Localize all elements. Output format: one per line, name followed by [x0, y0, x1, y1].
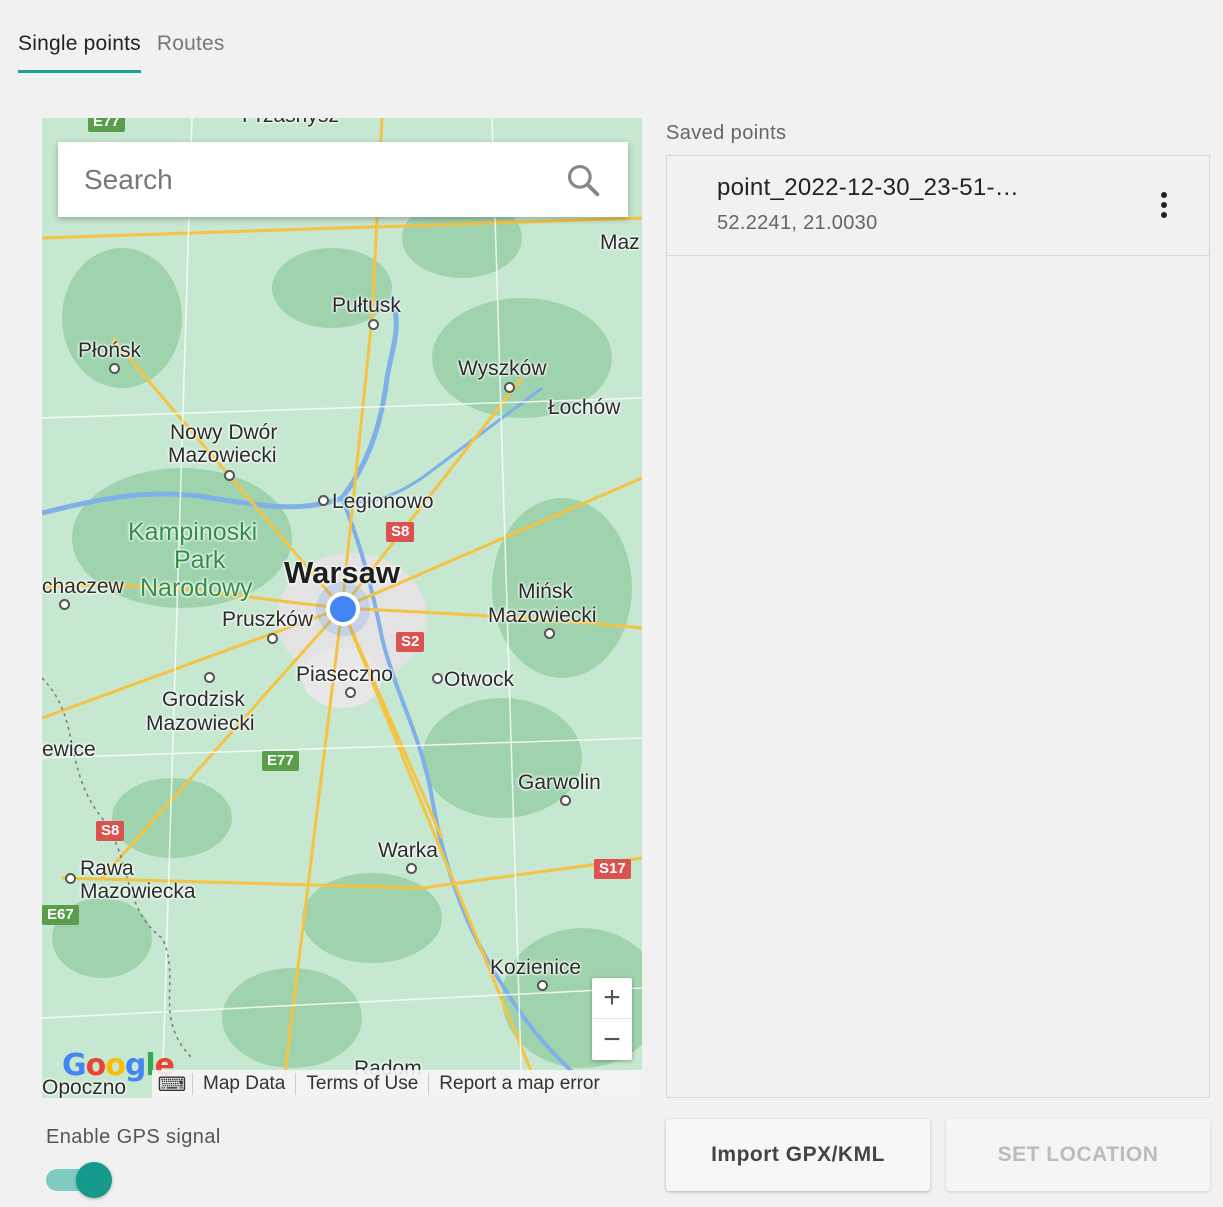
town-marker	[504, 382, 515, 393]
town-marker	[368, 319, 379, 330]
road-shield: E77	[262, 751, 299, 771]
map-label-rawa-2: Mazowiecka	[80, 880, 196, 903]
saved-points-list: point_2022-12-30_23-51-… 52.2241, 21.003…	[666, 155, 1210, 1098]
town-marker	[224, 470, 235, 481]
map-label-warsaw: Warsaw	[284, 555, 401, 590]
set-location-button[interactable]: SET LOCATION	[946, 1119, 1210, 1191]
town-marker	[345, 687, 356, 698]
road-shield: S8	[96, 821, 125, 841]
road-shield: E77	[88, 118, 125, 132]
map-label-otwock: Otwock	[444, 668, 515, 691]
map-attribution-bar: ⌨ Map Data Terms of Use Report a map err…	[152, 1070, 642, 1098]
map-label-kampinoski-3: Narodowy	[140, 574, 253, 602]
town-marker	[537, 980, 548, 991]
report-map-error-link[interactable]: Report a map error	[428, 1073, 610, 1095]
import-gpx-kml-button[interactable]: Import GPX/KML	[666, 1119, 930, 1191]
map-label-kozienice: Kozienice	[490, 956, 582, 979]
gps-toggle[interactable]	[46, 1160, 112, 1198]
map-data-link[interactable]: Map Data	[192, 1073, 295, 1095]
map-label-wyszkow: Wyszków	[458, 357, 547, 380]
map-label-pruszkow: Pruszków	[222, 608, 314, 631]
map-label-nowy-dwor-1: Nowy Dwór	[170, 421, 278, 444]
zoom-in-button[interactable]: +	[592, 978, 632, 1019]
map-label-sochaczew: chaczew	[42, 575, 124, 598]
zoom-controls: + −	[592, 978, 632, 1060]
tab-single-points[interactable]: Single points	[18, 28, 141, 73]
town-marker	[318, 495, 329, 506]
road-shield: S17	[594, 859, 631, 879]
tab-routes[interactable]: Routes	[157, 28, 225, 73]
gps-toggle-label: Enable GPS signal	[46, 1126, 221, 1148]
map-label-kampinoski-2: Park	[174, 546, 226, 574]
terms-of-use-link[interactable]: Terms of Use	[295, 1073, 428, 1095]
map-label-garwolin: Garwolin	[518, 771, 601, 794]
saved-point-coords: 52.2241, 21.0030	[717, 212, 878, 234]
list-item[interactable]: point_2022-12-30_23-51-… 52.2241, 21.003…	[667, 156, 1209, 256]
map-label-maz-edge: Maz	[600, 231, 640, 254]
town-marker	[432, 673, 443, 684]
map-label-pultusk: Pułtusk	[332, 294, 401, 317]
more-vert-icon[interactable]	[1161, 192, 1169, 220]
map-label-minsk-2: Mazowiecki	[488, 604, 597, 627]
map-label-nowy-dwor-2: Mazowiecki	[168, 444, 277, 467]
town-marker	[59, 599, 70, 610]
map-label-plonsk: Płońsk	[78, 339, 142, 362]
town-marker	[267, 633, 278, 644]
town-marker	[204, 672, 215, 683]
tab-bar: Single points Routes	[18, 28, 241, 73]
keyboard-icon[interactable]: ⌨	[152, 1072, 192, 1097]
town-marker	[65, 873, 76, 884]
search-icon[interactable]	[564, 161, 602, 199]
town-marker	[544, 628, 555, 639]
town-marker	[406, 863, 417, 874]
map-label-piaseczno: Piaseczno	[296, 663, 393, 686]
saved-points-label: Saved points	[666, 122, 787, 144]
map-label-lochow: Łochów	[548, 396, 621, 419]
map-search-bar	[58, 142, 628, 217]
map-label-kampinoski-1: Kampinoski	[128, 518, 258, 546]
town-marker	[109, 363, 120, 374]
map-label-grodzisk-1: Grodzisk	[162, 688, 245, 711]
map-search-input[interactable]	[84, 163, 564, 196]
saved-point-name: point_2022-12-30_23-51-…	[717, 174, 1020, 201]
map-label-minsk-1: Mińsk	[518, 580, 573, 603]
map-label-skierniewice: ewice	[42, 738, 96, 761]
map-label-warka: Warka	[378, 839, 438, 862]
road-shield: S8	[386, 522, 415, 542]
map-label-grodzisk-2: Mazowiecki	[146, 712, 255, 735]
map-label-rawa-1: Rawa	[80, 857, 134, 880]
map-label-top-town: Przasnysz	[242, 118, 339, 127]
map-view[interactable]: Przasnysz Maz Pułtusk Płońsk Wyszków Łoc…	[42, 118, 642, 1098]
current-location-marker	[326, 592, 360, 626]
road-shield: E67	[42, 905, 79, 925]
toggle-knob	[76, 1162, 112, 1198]
map-label-legionowo: Legionowo	[332, 490, 434, 513]
zoom-out-button[interactable]: −	[592, 1019, 632, 1060]
road-shield: S2	[396, 632, 425, 652]
town-marker	[560, 795, 571, 806]
